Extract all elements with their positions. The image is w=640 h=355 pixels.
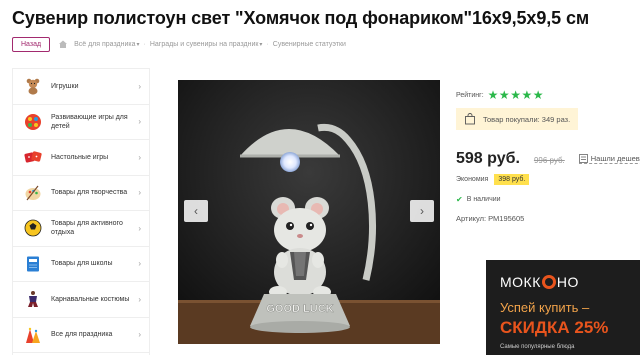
palette-icon <box>23 183 43 203</box>
hamster-lamp-image: GOOD LUCK <box>178 80 440 344</box>
brand-circle-icon <box>541 275 556 289</box>
promo-banner[interactable]: МОКК НО Успей купить – СКИДКА 25% Самые п… <box>486 260 640 355</box>
purchase-count-badge: Товар покупали: 349 раз. <box>456 108 579 130</box>
dice-icon <box>23 147 43 167</box>
article-number: Артикул: РМ195605 <box>456 214 525 223</box>
price-row: 598 руб. 996 руб. Нашли дешевле <box>456 150 640 168</box>
purchase-count-text: Товар покупали: 349 раз. <box>483 114 571 124</box>
sidebar-item-label: Развивающие игры для детей <box>51 113 128 130</box>
shopping-bag-icon <box>465 113 475 125</box>
ad-brand-logo: МОКК НО <box>500 274 579 290</box>
current-price: 598 руб. <box>456 150 520 167</box>
star-icon: ★ <box>532 88 544 102</box>
sidebar-item-outdoor[interactable]: Товары для активного отдыха › <box>13 211 149 247</box>
photo-prev-button[interactable]: ‹ <box>184 200 208 222</box>
rating-label: Рейтинг: <box>456 91 484 99</box>
breadcrumb-item[interactable]: Всё для праздника▾ <box>74 41 139 48</box>
abacus-icon <box>23 112 43 132</box>
sidebar-item-holiday[interactable]: Все для праздника › <box>13 318 149 353</box>
ad-headline: Успей купить – <box>500 300 590 315</box>
chevron-right-icon: › <box>138 117 141 127</box>
sidebar-item-creativity[interactable]: Товары для творчества › <box>13 176 149 211</box>
notebook-icon <box>23 254 43 274</box>
svg-text:GOOD LUCK: GOOD LUCK <box>266 303 333 315</box>
breadcrumb-item[interactable]: Награды и сувениры на праздник▾ <box>150 41 263 48</box>
check-icon: ✔ <box>456 195 463 204</box>
star-icon: ★ <box>510 88 521 102</box>
party-hat-icon <box>23 325 43 345</box>
old-price: 996 руб. <box>533 156 565 165</box>
product-info: Рейтинг: ★ ★ ★ ★ ★ Товар покупали: 349 р… <box>456 88 640 223</box>
back-button[interactable]: Назад <box>12 36 51 52</box>
ad-discount: СКИДКА 25% <box>500 318 609 337</box>
breadcrumb: Назад Всё для праздника▾ · Награды и сув… <box>12 36 350 52</box>
found-cheaper-link[interactable]: Нашли дешевле <box>578 154 640 164</box>
caret-down-icon: ▾ <box>259 41 263 48</box>
savings-badge: 398 руб. <box>494 174 530 185</box>
sidebar-item-label: Товары для творчества <box>51 189 128 197</box>
star-icon: ★ <box>498 88 510 102</box>
stock-status: ✔ В наличии <box>456 195 501 204</box>
photo-next-button[interactable]: › <box>410 200 434 222</box>
chevron-right-icon: › <box>138 259 141 269</box>
calculator-icon <box>578 154 588 163</box>
breadcrumb-separator: · <box>266 40 269 48</box>
product-title: Сувенир полистоун свет "Хомячок под фона… <box>12 8 590 28</box>
category-sidebar: Игрушки › Развивающие игры для детей › Н… <box>12 68 150 355</box>
breadcrumb-item[interactable]: Сувенирные статуэтки <box>273 41 346 48</box>
chevron-right-icon: › <box>138 152 141 162</box>
costume-icon <box>23 289 43 309</box>
sidebar-item-toys[interactable]: Игрушки › <box>13 69 149 105</box>
savings-row: Экономия 398 руб. <box>456 174 640 185</box>
sidebar-item-label: Товары для школы <box>51 260 113 268</box>
rating: Рейтинг: ★ ★ ★ ★ ★ <box>456 88 640 102</box>
home-icon[interactable] <box>58 39 68 49</box>
sidebar-item-label: Все для праздника <box>51 331 113 339</box>
rating-stars: ★ ★ ★ ★ ★ <box>488 89 544 101</box>
sidebar-item-label: Карнавальные костюмы <box>51 295 130 303</box>
sidebar-item-label: Настольные игры <box>51 153 109 161</box>
sidebar-item-label: Товары для активного отдыха <box>51 220 123 237</box>
star-icon: ★ <box>521 88 533 102</box>
star-icon: ★ <box>487 88 499 102</box>
caret-down-icon: ▾ <box>136 41 140 48</box>
savings-label: Экономия <box>456 176 489 183</box>
chevron-right-icon: › <box>138 294 141 304</box>
breadcrumb-separator: · <box>143 40 146 48</box>
ball-icon <box>23 218 43 238</box>
chevron-right-icon: › <box>138 81 141 91</box>
teddy-bear-icon <box>23 76 43 96</box>
sidebar-item-board-games[interactable]: Настольные игры › <box>13 140 149 176</box>
sidebar-item-school[interactable]: Товары для школы › <box>13 247 149 282</box>
ad-caption: Самые популярные блюда <box>500 344 575 350</box>
sidebar-item-educational-games[interactable]: Развивающие игры для детей › <box>13 105 149 140</box>
chevron-right-icon: › <box>138 223 141 233</box>
sidebar-item-label: Игрушки <box>51 82 79 90</box>
product-photo[interactable]: GOOD LUCK <box>178 80 440 344</box>
chevron-right-icon: › <box>138 330 141 340</box>
chevron-right-icon: › <box>138 188 141 198</box>
sidebar-item-costumes[interactable]: Карнавальные костюмы › <box>13 282 149 318</box>
